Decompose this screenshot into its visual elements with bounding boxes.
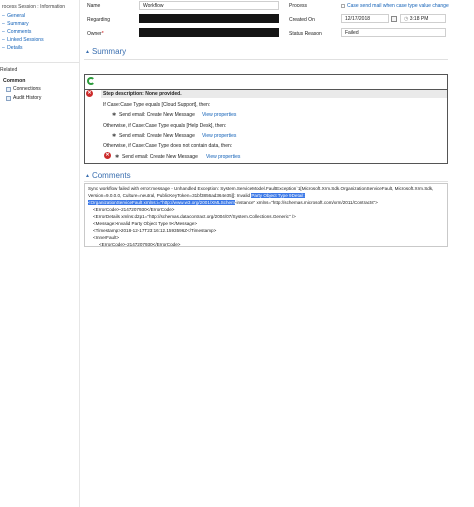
step-gear-icon: ✱	[112, 133, 117, 139]
action-line: Send email: Create New Message	[119, 133, 195, 139]
comment-line: <InnerFault>	[93, 235, 120, 240]
comments-textarea[interactable]: Sync workflow failed with error:message …	[84, 183, 448, 247]
workflow-summary-panel: ✕ Step description: None provided. If Ca…	[84, 74, 448, 164]
comment-line: <Message>Invalid Party Object Type 9</Me…	[93, 221, 198, 226]
audit-history-icon	[6, 95, 11, 101]
comments-divider	[84, 181, 448, 182]
comments-section-title[interactable]: ▲ Comments	[85, 171, 131, 180]
action-line: Send email: Create New Message	[119, 112, 195, 118]
created-date-field[interactable]: 12/17/2018	[341, 14, 389, 23]
comment-line: <ErrorCode>-2147207930</ErrorCode>	[93, 207, 175, 212]
created-on-label: Created On	[289, 17, 315, 23]
nav-header: rocess Session : Information	[2, 4, 66, 10]
condition-line: Otherwise, if Case:Case Type equals [Hel…	[103, 123, 227, 129]
owner-label: Owner*	[87, 31, 104, 37]
nav-link-comments[interactable]: – Comments	[2, 29, 31, 35]
view-properties-link[interactable]: View properties	[206, 154, 240, 160]
related-label: Related	[0, 67, 18, 73]
collapse-triangle-icon: ▲	[85, 48, 90, 55]
comment-selection: <OrganizationServiceFault xmlns:i="http:…	[88, 200, 235, 205]
status-reason-label: Status Reason	[289, 31, 322, 37]
view-properties-link[interactable]: View properties	[202, 112, 236, 118]
left-navigation: rocess Session : Information – General –…	[0, 0, 80, 507]
comment-line: <Timestamp>2018-12-17T23:16:12.1593596Z<…	[93, 228, 217, 233]
comment-line: Sync workflow failed with error:message …	[88, 186, 434, 191]
nav-link-summary[interactable]: – Summary	[2, 21, 29, 27]
comment-line: <ErrorDetails xmlns:d2p1="http://schemas…	[93, 214, 296, 219]
error-icon: ✕	[104, 152, 111, 159]
step-gear-icon: ✱	[112, 112, 117, 118]
regarding-field[interactable]	[139, 14, 279, 23]
lookup-icon	[341, 3, 345, 8]
step-gear-icon: ✱	[115, 154, 120, 160]
name-label: Name	[87, 3, 101, 9]
nav-link-general[interactable]: – General	[2, 13, 25, 19]
action-line: Send email: Create New Message	[122, 154, 198, 160]
process-link[interactable]: Case send mail when case type value chan…	[341, 3, 449, 9]
error-icon: ✕	[86, 90, 93, 97]
step-description: Step description: None provided.	[101, 90, 447, 98]
status-reason-field[interactable]: Failed	[341, 28, 446, 37]
refresh-icon[interactable]	[87, 77, 95, 85]
calendar-icon[interactable]	[391, 16, 397, 22]
process-label: Process	[289, 3, 308, 9]
name-field[interactable]: Workflow	[139, 1, 279, 10]
summary-divider	[84, 59, 448, 60]
regarding-label: Regarding	[87, 17, 111, 23]
nav-divider	[0, 62, 79, 63]
owner-field[interactable]	[139, 28, 279, 37]
nav-item-audit-history[interactable]: Audit History	[6, 95, 41, 101]
summary-section-title[interactable]: ▲ Summary	[85, 47, 126, 56]
collapse-triangle-icon: ▲	[85, 172, 90, 179]
created-time-field[interactable]: ◷ 3:18 PM	[400, 14, 446, 23]
comment-line: Version=9.0.0.0, Culture=neutral, Public…	[88, 193, 305, 198]
nav-link-linked-sessions[interactable]: – Linked Sessions	[2, 37, 44, 43]
nav-item-connections[interactable]: Connections	[6, 86, 41, 92]
comment-line: <ErrorCode>-2147207930</ErrorCode>	[99, 242, 181, 247]
comment-line: <OrganizationServiceFault xmlns:i="http:…	[88, 200, 378, 205]
comment-selection: Party Object Type 9Detail:	[251, 193, 305, 198]
nav-link-details[interactable]: – Details	[2, 45, 22, 51]
condition-line: Otherwise, if Case:Case Type does not co…	[103, 143, 233, 149]
condition-line: If Case:Case Type equals [Cloud Support]…	[103, 102, 211, 108]
common-group-label: Common	[3, 78, 26, 84]
connections-icon	[6, 86, 11, 92]
view-properties-link[interactable]: View properties	[202, 133, 236, 139]
